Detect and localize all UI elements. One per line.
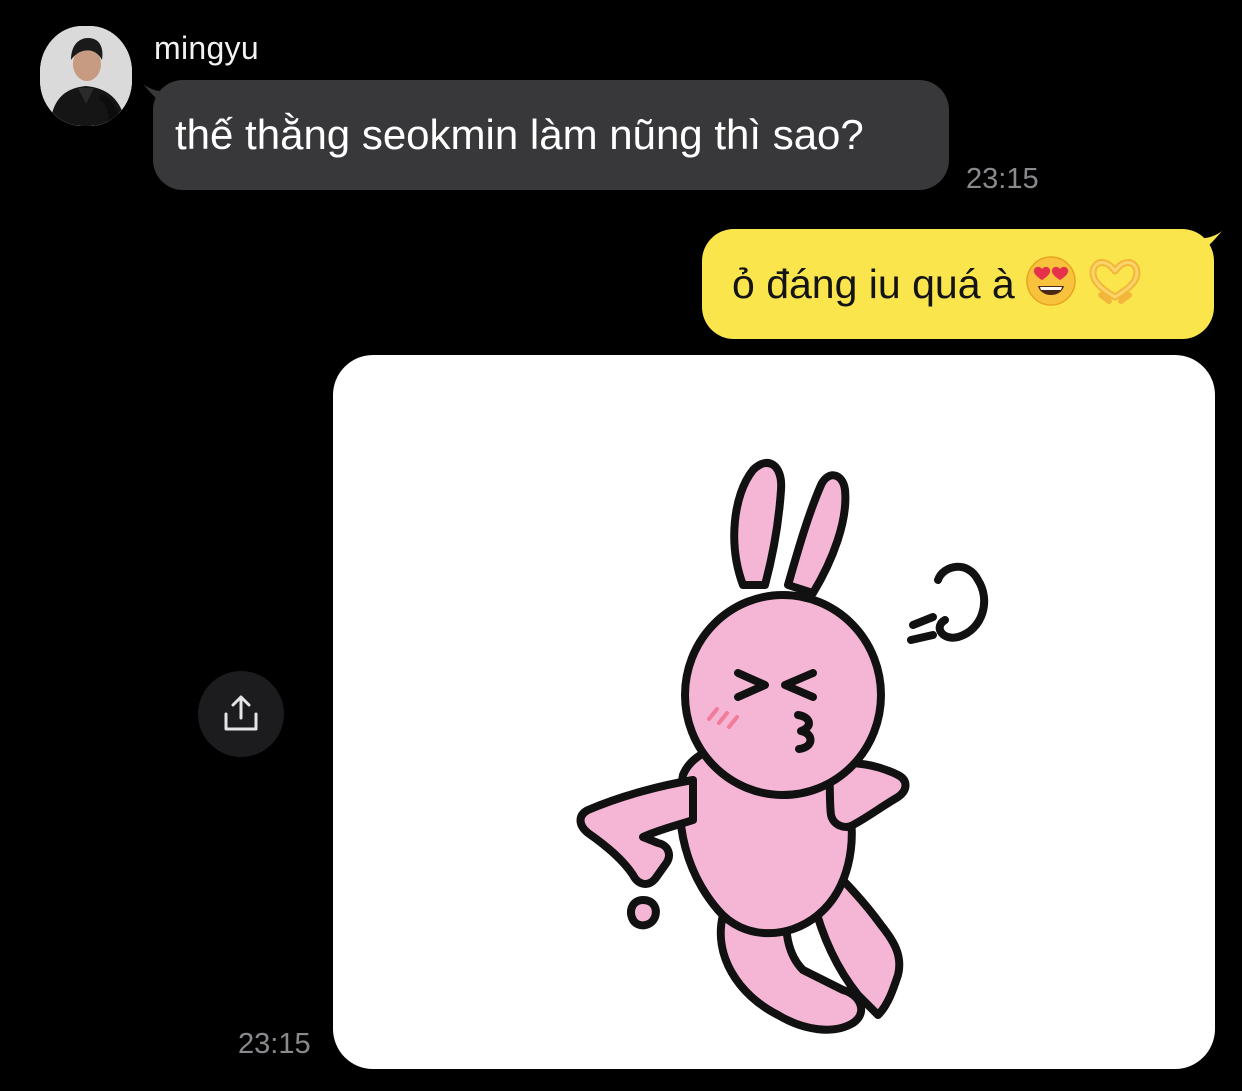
sticker-message[interactable] bbox=[333, 355, 1215, 1069]
bubble-tail-icon bbox=[1192, 231, 1222, 257]
incoming-message-text: thế thằng seokmin làm nũng thì sao? bbox=[175, 111, 864, 158]
outgoing-message-text: ỏ đáng iu quá à bbox=[732, 261, 1015, 307]
pink-rabbit-pouting-sticker bbox=[576, 459, 989, 1034]
sender-name: mingyu bbox=[154, 30, 259, 66]
message-timestamp: 23:15 bbox=[966, 163, 1039, 195]
heart-hands-emoji bbox=[1089, 259, 1141, 304]
message-timestamp: 23:15 bbox=[238, 1028, 311, 1060]
share-button[interactable] bbox=[198, 671, 284, 757]
bubble-tail-icon bbox=[143, 84, 173, 110]
outgoing-message-bubble[interactable]: ỏ đáng iu quá à bbox=[702, 229, 1222, 339]
incoming-message-bubble[interactable]: thế thằng seokmin làm nũng thì sao? bbox=[143, 80, 949, 190]
share-icon bbox=[224, 695, 258, 731]
sender-avatar[interactable] bbox=[40, 26, 132, 126]
heart-eyes-face-emoji bbox=[1025, 256, 1076, 306]
